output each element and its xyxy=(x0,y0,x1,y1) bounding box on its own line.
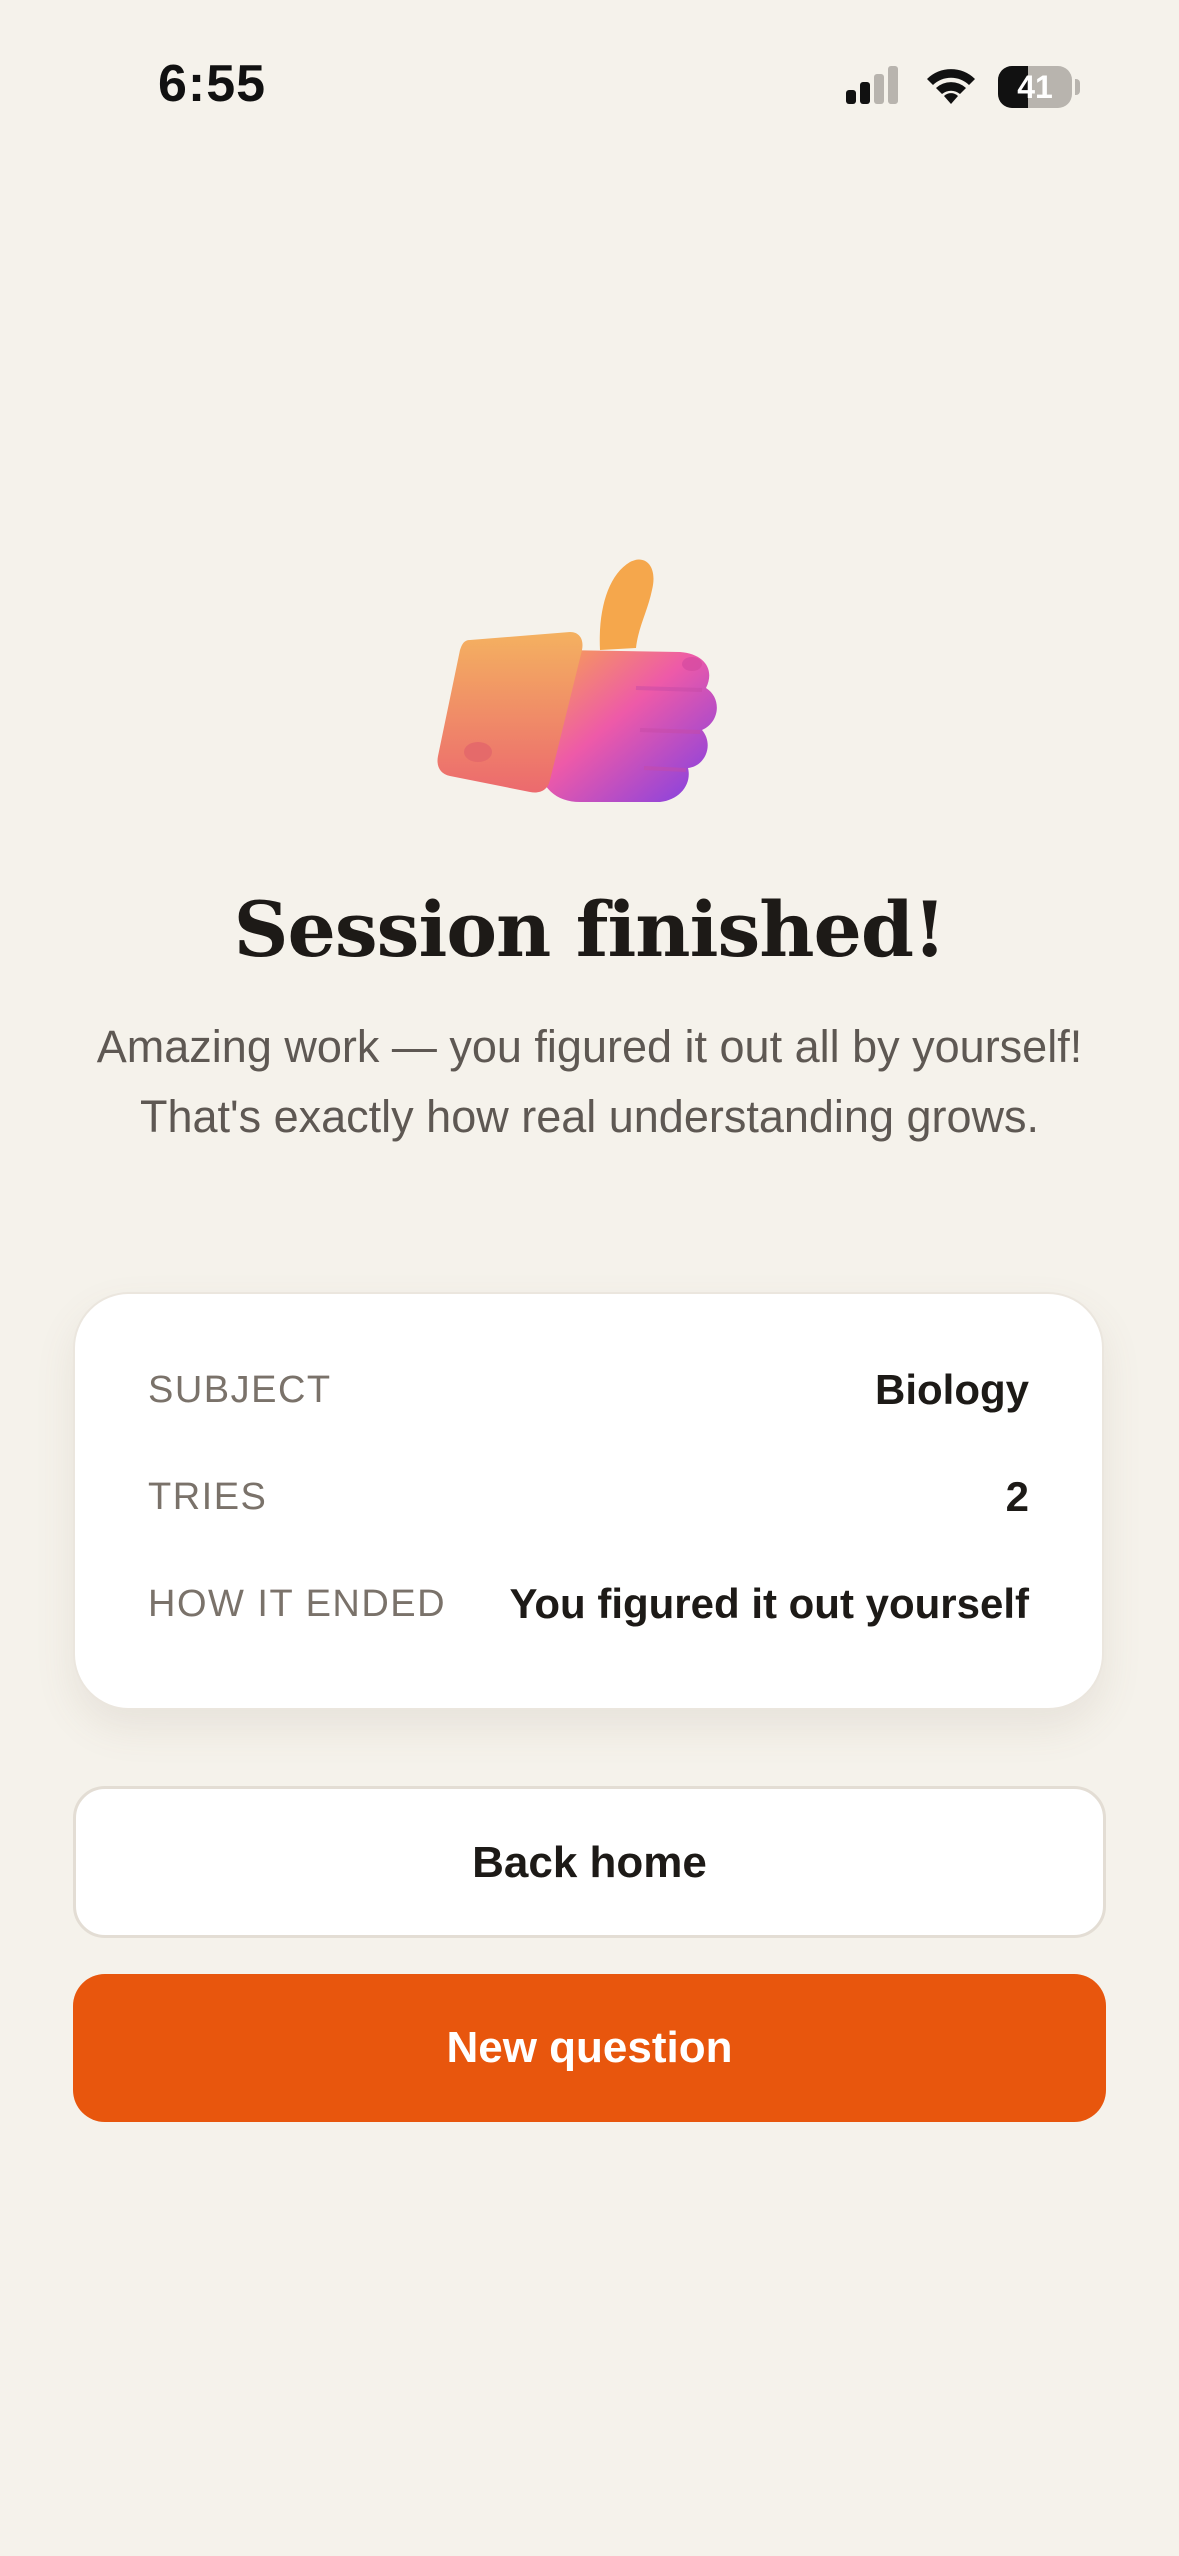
thumbs-up-icon xyxy=(437,559,717,802)
session-summary-card: SUBJECT Biology TRIES 2 HOW IT ENDED You… xyxy=(73,1292,1104,1710)
page-title: Session finished! xyxy=(233,885,947,974)
battery-icon: 41 xyxy=(998,66,1072,108)
status-time: 6:55 xyxy=(158,55,267,113)
wifi-icon xyxy=(927,69,975,104)
success-message: Amazing work — you figured it out all by… xyxy=(96,1021,1083,1142)
cellular-signal-icon xyxy=(846,66,898,104)
session-finished-screen: 6:55 41 Session finished! Amazing work —… xyxy=(0,0,1179,2556)
status-bar: 6:55 41 xyxy=(0,0,1179,170)
summary-label: TRIES xyxy=(148,1476,268,1518)
battery-level: 41 xyxy=(1017,69,1053,105)
summary-label: HOW IT ENDED xyxy=(148,1583,447,1625)
back-home-button[interactable]: Back home xyxy=(73,1786,1106,1938)
summary-value: 2 xyxy=(1005,1473,1029,1520)
summary-value: Biology xyxy=(875,1366,1029,1413)
summary-row-outcome: HOW IT ENDED You figured it out yourself xyxy=(148,1574,1029,1634)
battery-cap xyxy=(1075,79,1080,95)
battery-indicator: 41 xyxy=(998,66,1080,108)
new-question-button[interactable]: New question xyxy=(73,1974,1106,2122)
summary-row-tries: TRIES 2 xyxy=(148,1467,1029,1527)
summary-value: You figured it out yourself xyxy=(509,1580,1029,1627)
summary-row-subject: SUBJECT Biology xyxy=(148,1360,1029,1420)
summary-label: SUBJECT xyxy=(148,1369,332,1411)
